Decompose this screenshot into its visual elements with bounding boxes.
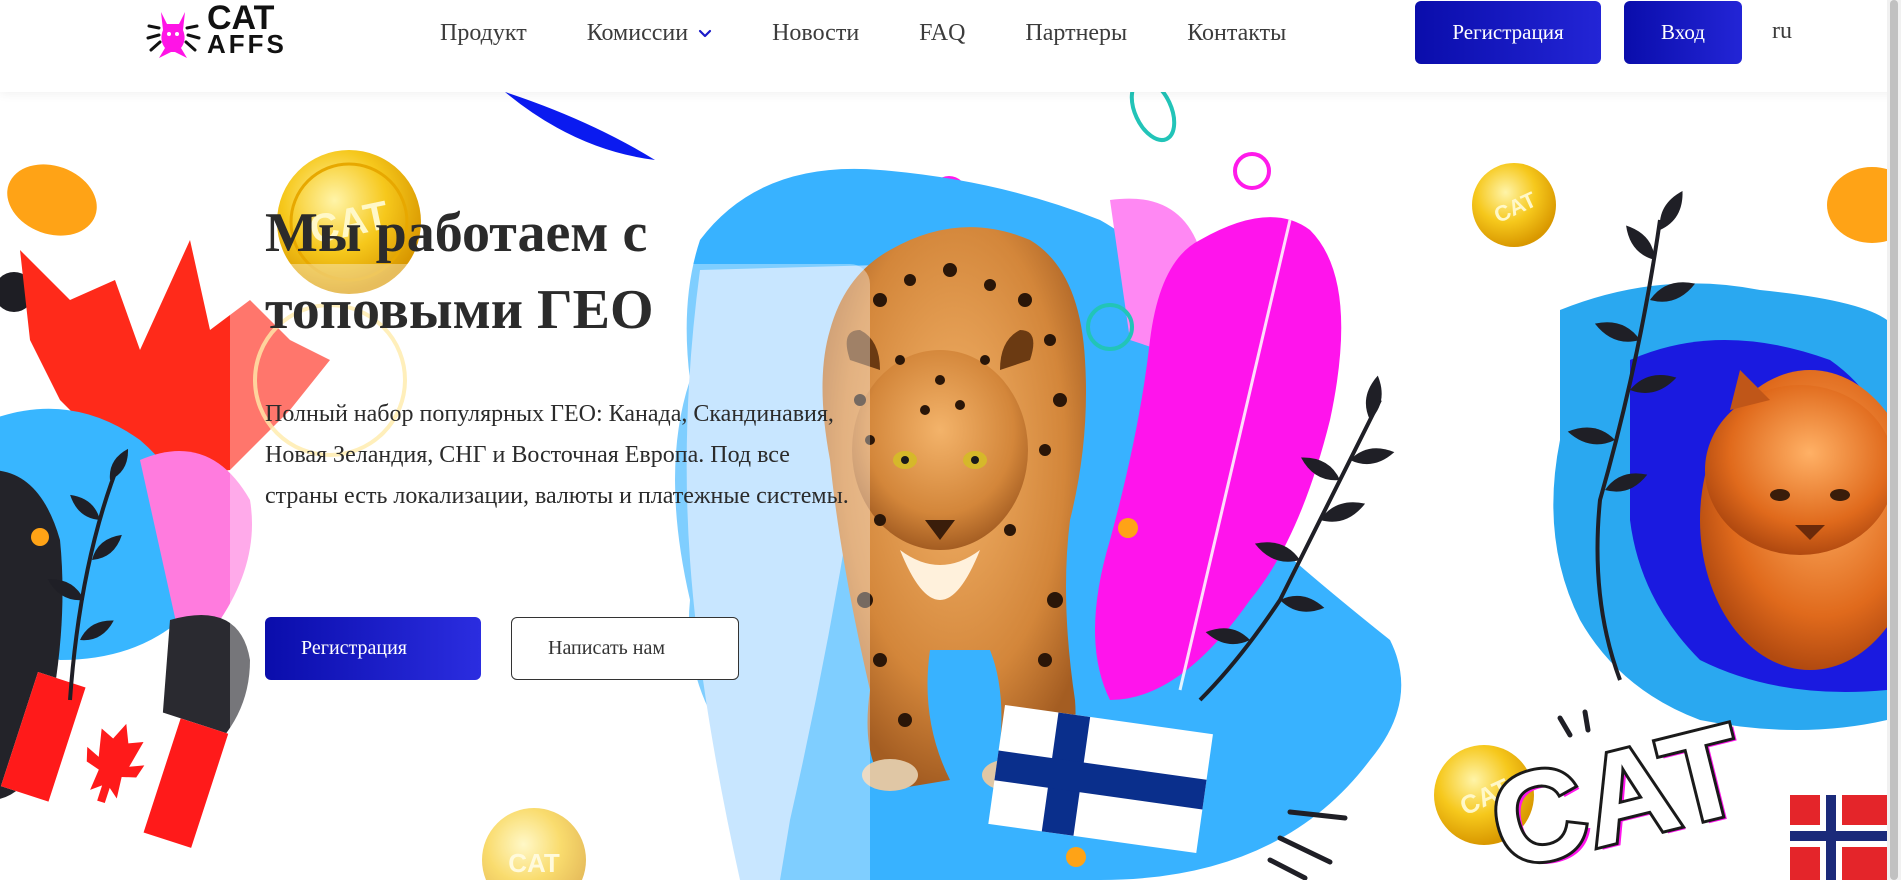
site-header: CAT AFFS Продукт Комиссии Новости FAQ Па… <box>0 0 1901 92</box>
hero-text-panel <box>230 264 870 880</box>
logo-line1: CAT <box>207 0 275 37</box>
main-nav: Продукт Комиссии Новости FAQ Партнеры Ко… <box>440 18 1346 48</box>
chevron-down-icon <box>698 29 712 38</box>
nav-item-contacts[interactable]: Контакты <box>1187 18 1286 48</box>
cat-logo-icon <box>146 12 201 58</box>
language-switcher[interactable]: ru <box>1772 18 1792 45</box>
nav-item-product[interactable]: Продукт <box>440 18 527 48</box>
nav-item-faq[interactable]: FAQ <box>919 18 965 48</box>
nav-item-commissions[interactable]: Комиссии <box>587 18 712 48</box>
nav-item-label: Партнеры <box>1025 19 1128 46</box>
nav-item-label: Продукт <box>440 19 527 46</box>
cat-sign: CAT <box>1477 697 1758 880</box>
register-button[interactable]: Регистрация <box>1415 1 1601 64</box>
nav-item-label: FAQ <box>919 19 966 46</box>
logo-wordmark: CAT AFFS <box>207 0 287 59</box>
page-scrollbar[interactable] <box>1887 0 1901 880</box>
logo[interactable]: CAT AFFS <box>145 0 295 62</box>
nav-item-label: Комиссии <box>586 19 689 46</box>
nav-item-partners[interactable]: Партнеры <box>1025 18 1127 48</box>
nav-item-label: Контакты <box>1187 19 1287 46</box>
nav-item-news[interactable]: Новости <box>772 18 859 48</box>
login-button[interactable]: Вход <box>1624 1 1742 64</box>
logo-line2: AFFS <box>207 29 287 59</box>
contact-us-button[interactable]: Написать нам <box>511 617 739 680</box>
scrollbar-thumb[interactable] <box>1890 0 1898 880</box>
nav-item-label: Новости <box>772 19 860 46</box>
hero-description: Полный набор популярных ГЕО: Канада, Ска… <box>265 401 849 509</box>
hero-register-button[interactable]: Регистрация <box>265 617 481 680</box>
hero-title: Мы работаем с топовыми ГЕО <box>265 202 654 341</box>
